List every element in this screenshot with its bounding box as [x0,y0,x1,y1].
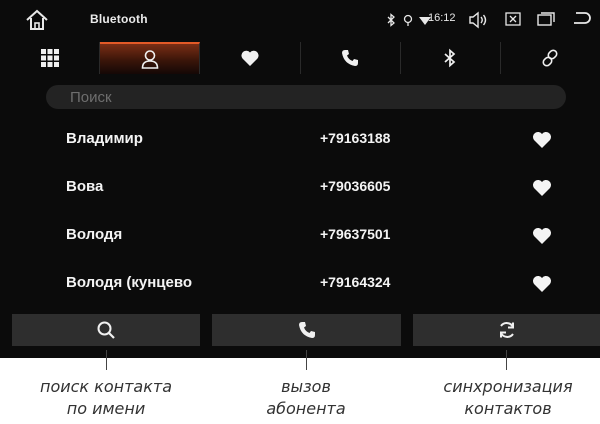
search-button[interactable] [12,314,200,346]
contact-phone: +79163188 [320,130,391,146]
contact-phone: +79036605 [320,178,391,194]
back-icon [574,12,591,24]
contacts-icon [141,50,159,69]
window-icon [537,12,555,26]
app-title: Bluetooth [90,12,148,26]
bottom-action-bar [0,314,600,346]
link-icon [542,49,558,67]
volume-button[interactable] [468,11,488,29]
heart-icon[interactable] [532,275,552,293]
contact-name: Володя [66,226,123,243]
grid-icon [40,49,59,67]
caption-search: поиск контакта по имени [18,376,194,420]
caption-line-2: контактов [464,399,552,418]
search-icon [97,321,115,339]
recent-apps-button[interactable] [537,12,555,26]
caption-call: вызов абонента [226,376,386,420]
phone-icon [298,322,315,338]
bluetooth-icon [444,48,456,68]
phone-icon [342,50,359,66]
heart-icon[interactable] [532,179,552,197]
tab-pairing[interactable] [501,42,600,74]
caption-line-2: абонента [266,399,346,418]
bluetooth-icon [387,13,395,27]
list-item[interactable]: Владимир +79163188 [0,118,600,166]
tab-contacts[interactable] [100,42,201,74]
list-item[interactable]: Вова +79036605 [0,166,600,214]
tab-bluetooth[interactable] [401,42,501,74]
caption-pointer [506,350,507,370]
caption-line-1: синхронизация [443,377,573,396]
caption-sync: синхронизация контактов [424,376,592,420]
tab-bar [0,42,600,74]
contact-list: Владимир +79163188 Вова +79036605 Володя… [0,118,600,310]
search-placeholder: Поиск [70,88,112,106]
caption-pointer [306,350,307,370]
home-button[interactable] [24,8,50,32]
list-item[interactable]: Володя (кунцево +79164324 [0,262,600,310]
heart-icon[interactable] [532,227,552,245]
clock: 16:12 [428,12,456,24]
back-button[interactable] [572,10,594,28]
caption-pointer [106,350,107,370]
close-box-icon [505,12,521,26]
contact-name: Владимир [66,130,143,147]
tab-favorites[interactable] [200,42,301,74]
heart-icon [241,50,259,66]
tab-call-log[interactable] [301,42,401,74]
caption-line-1: поиск контакта [39,377,173,396]
tab-apps[interactable] [0,42,101,74]
home-icon [26,9,48,30]
contact-name: Вова [66,178,104,195]
contact-phone: +79637501 [320,226,391,242]
head-unit-screen: Bluetooth 16:12 Поиск Владимир +79163188… [0,0,600,358]
call-button[interactable] [212,314,401,346]
status-bar: Bluetooth 16:12 [0,0,600,40]
sync-button[interactable] [413,314,600,346]
list-item[interactable]: Володя +79637501 [0,214,600,262]
search-input[interactable]: Поиск [46,85,566,109]
caption-line-2: по имени [66,399,146,418]
contact-phone: +79164324 [320,274,391,290]
caption-line-1: вызов [281,377,331,396]
location-icon [403,14,413,26]
contact-name: Володя (кунцево [66,274,193,291]
sync-icon [499,322,514,338]
close-app-button[interactable] [505,12,521,26]
heart-icon[interactable] [532,131,552,149]
volume-icon [469,11,487,29]
